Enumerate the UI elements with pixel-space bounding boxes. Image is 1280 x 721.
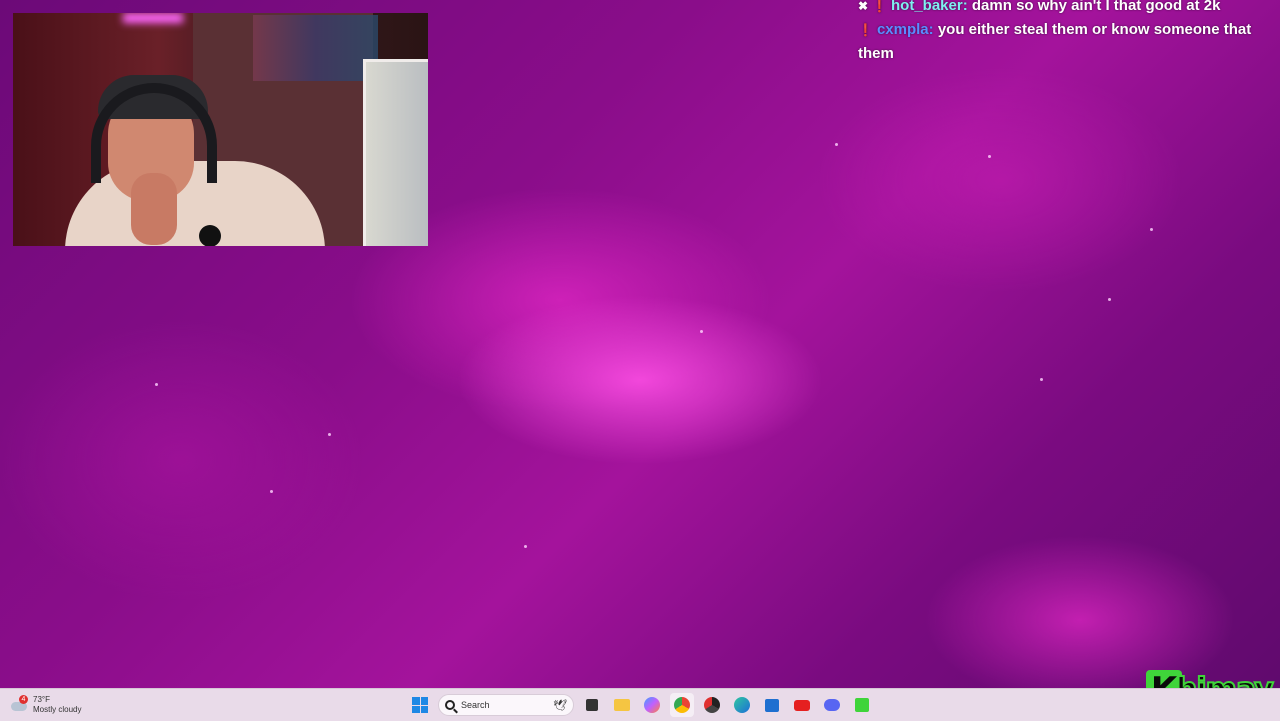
cloud-icon: 4 — [10, 695, 28, 712]
edge-icon[interactable] — [730, 693, 754, 717]
file-explorer-icon[interactable] — [610, 693, 634, 717]
youtube-icon[interactable] — [790, 693, 814, 717]
chat-message-continuation: them — [858, 45, 894, 62]
chrome-beta-icon[interactable] — [700, 693, 724, 717]
kick-icon[interactable] — [850, 693, 874, 717]
discord-icon[interactable] — [820, 693, 844, 717]
chat-text: you either steal them or know someone th… — [937, 21, 1252, 38]
taskbar-center: Search 🕊 — [408, 692, 874, 718]
search-placeholder: Search — [461, 700, 490, 710]
chat-badge-icon: ❗ — [858, 23, 873, 37]
wall-poster — [253, 15, 378, 81]
chrome-icon[interactable] — [670, 693, 694, 717]
taskbar: 4 73°F Mostly cloudy Search 🕊 — [0, 688, 1280, 721]
windows-icon — [412, 697, 428, 713]
streamer-hand — [131, 173, 177, 245]
chat-overlay: ✖ ❗ hot_baker: damn so why ain't I that go… — [858, 0, 1280, 65]
search-highlight-icon: 🕊 — [553, 699, 567, 712]
background-door — [363, 59, 428, 246]
weather-widget[interactable]: 4 73°F Mostly cloudy — [10, 693, 81, 717]
chat-username: hot_baker — [891, 0, 963, 14]
chat-badge-icon: ❗ — [872, 0, 888, 13]
task-view-icon[interactable] — [580, 693, 604, 717]
weather-condition: Mostly cloudy — [33, 705, 82, 714]
chat-message: ❗ cxmpla: you either steal them or know s… — [858, 18, 1280, 42]
microsoft-store-icon[interactable] — [760, 693, 784, 717]
chat-message: ✖ ❗ hot_baker: damn so why ain't I that go… — [858, 0, 1280, 18]
start-button[interactable] — [408, 693, 432, 717]
search-box[interactable]: Search 🕊 — [438, 694, 574, 716]
chat-badge-icon: ✖ — [858, 0, 869, 13]
chat-username: cxmpla — [876, 21, 929, 38]
chat-text: damn so why ain't I that good at 2k — [971, 0, 1221, 14]
copilot-icon[interactable] — [640, 693, 664, 717]
weather-alert-badge: 4 — [19, 695, 28, 704]
search-icon — [445, 700, 455, 710]
webcam-overlay — [13, 13, 428, 246]
weather-temperature: 73°F — [33, 695, 50, 704]
microphone — [199, 225, 221, 246]
